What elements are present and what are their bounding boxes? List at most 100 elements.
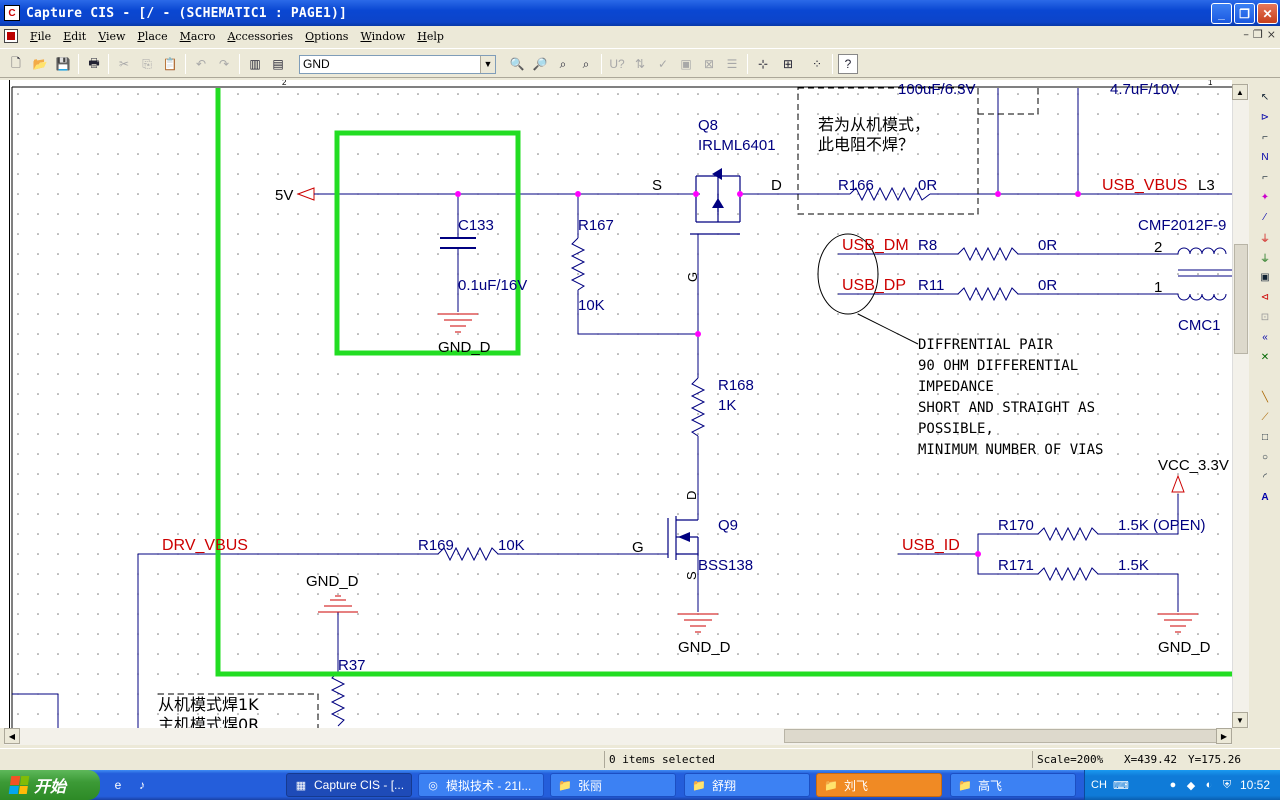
cut-icon[interactable]: ✂ xyxy=(114,54,134,74)
chevron-down-icon[interactable]: ▼ xyxy=(480,56,495,73)
net-usb-dp[interactable]: USB_DP xyxy=(842,277,906,294)
undo-icon[interactable]: ↶ xyxy=(191,54,211,74)
vertical-scrollbar[interactable] xyxy=(1232,84,1249,728)
task-folder-gaofei[interactable]: 📁 高飞 xyxy=(950,773,1076,797)
split-right-icon[interactable]: ▤ xyxy=(268,54,288,74)
split-left-icon[interactable]: ▥ xyxy=(245,54,265,74)
drc-icon[interactable]: ✓ xyxy=(653,54,673,74)
r171-value[interactable]: 1.5K xyxy=(1118,557,1149,574)
cmf-part[interactable]: CMF2012F-9 xyxy=(1138,217,1226,234)
net-usb-dm[interactable]: USB_DM xyxy=(842,237,909,254)
place-ellipse-icon[interactable]: ○ xyxy=(1256,448,1274,466)
task-browser[interactable]: ◎ 模拟技术 - 21I... xyxy=(418,773,544,797)
language-indicator[interactable]: CH xyxy=(1089,777,1109,793)
menu-options[interactable]: Options xyxy=(299,30,354,43)
ground-icon[interactable]: ⏚ xyxy=(1256,248,1274,266)
no-connect-icon[interactable]: ✕ xyxy=(1256,348,1274,366)
net-alias-icon[interactable]: N xyxy=(1256,148,1274,166)
net-usb-vbus[interactable]: USB_VBUS xyxy=(1102,177,1187,194)
r170-value[interactable]: 1.5K (OPEN) xyxy=(1118,517,1206,534)
hierarchical-port-icon[interactable]: ⊲ xyxy=(1256,288,1274,306)
q9-part[interactable]: BSS138 xyxy=(698,557,753,574)
q9-ref[interactable]: Q9 xyxy=(718,517,738,534)
qq-icon[interactable]: ● xyxy=(1165,777,1181,793)
r11-value[interactable]: 0R xyxy=(1038,277,1057,294)
open-icon[interactable]: 📂 xyxy=(30,54,50,74)
menu-edit[interactable]: Edit xyxy=(57,30,92,43)
junction-icon[interactable]: ✦ xyxy=(1256,188,1274,206)
back-annotate-icon[interactable]: ⇅ xyxy=(630,54,650,74)
place-arc-icon[interactable]: ◜ xyxy=(1256,468,1274,486)
capture-app-icon[interactable]: C xyxy=(4,5,20,21)
drag-icon[interactable]: ⁘ xyxy=(807,54,827,74)
r169-value[interactable]: 10K xyxy=(498,537,525,554)
l3-ref[interactable]: L3 xyxy=(1198,177,1215,194)
r168-value[interactable]: 1K xyxy=(718,397,736,414)
menu-view[interactable]: View xyxy=(92,30,131,43)
start-button[interactable]: 开始 xyxy=(0,770,100,800)
r167-ref[interactable]: R167 xyxy=(578,217,614,234)
r167-value[interactable]: 10K xyxy=(578,297,605,314)
task-folder-zhangli[interactable]: 📁 张丽 xyxy=(550,773,676,797)
task-capture-cis[interactable]: ▦ Capture CIS - [... xyxy=(286,773,412,797)
q8-part[interactable]: IRLML6401 xyxy=(698,137,776,154)
r169-ref[interactable]: R169 xyxy=(418,537,454,554)
menu-file[interactable]: File xyxy=(24,30,57,43)
place-text-icon[interactable]: A xyxy=(1256,488,1274,506)
media-quicklaunch-icon[interactable]: ♪ xyxy=(134,777,150,793)
offpage-connector-icon[interactable]: « xyxy=(1256,328,1274,346)
place-line-icon[interactable]: ╲ xyxy=(1256,388,1274,406)
r171-ref[interactable]: R171 xyxy=(998,557,1034,574)
paste-icon[interactable]: 📋 xyxy=(160,54,180,74)
q8-ref[interactable]: Q8 xyxy=(698,117,718,134)
horizontal-scrollbar[interactable] xyxy=(4,728,1232,745)
cross-reference-icon[interactable]: ⊠ xyxy=(699,54,719,74)
zoom-out-icon[interactable]: 🔎 xyxy=(530,54,550,74)
close-button[interactable]: ✕ xyxy=(1257,3,1278,24)
r8-value[interactable]: 0R xyxy=(1038,237,1057,254)
menu-accessories[interactable]: Accessories xyxy=(221,30,299,43)
netlist-icon[interactable]: ▣ xyxy=(676,54,696,74)
net-usb-id[interactable]: USB_ID xyxy=(902,537,960,554)
mdi-restore-button[interactable]: ❐ xyxy=(1253,28,1263,41)
annotate-icon[interactable]: U? xyxy=(607,54,627,74)
r37-ref[interactable]: R37 xyxy=(338,657,366,674)
mdi-close-button[interactable]: × xyxy=(1267,28,1276,41)
network-icon[interactable]: ◐ xyxy=(1201,777,1217,793)
save-icon[interactable]: 💾 xyxy=(53,54,73,74)
r166-ref[interactable]: R166 xyxy=(838,177,874,194)
place-polyline-icon[interactable]: ⟋ xyxy=(1256,408,1274,426)
zoom-all-icon[interactable]: ⌕ xyxy=(576,54,596,74)
net-drv-vbus[interactable]: DRV_VBUS xyxy=(162,537,248,554)
menu-macro[interactable]: Macro xyxy=(174,30,222,43)
help-icon[interactable]: ? xyxy=(838,54,858,74)
hierarchical-pin-icon[interactable]: ⊡ xyxy=(1256,308,1274,326)
security-shield-icon[interactable]: ⛨ xyxy=(1219,777,1235,793)
select-arrow-icon[interactable]: ↖ xyxy=(1256,88,1274,106)
r8-ref[interactable]: R8 xyxy=(918,237,937,254)
clock[interactable]: 10:52 xyxy=(1240,778,1270,792)
c133-value[interactable]: 0.1uF/16V xyxy=(458,277,527,294)
power-icon[interactable]: ⏚ xyxy=(1256,228,1274,246)
bus-entry-icon[interactable]: ⁄ xyxy=(1256,208,1274,226)
bom-icon[interactable]: ☰ xyxy=(722,54,742,74)
r168-ref[interactable]: R168 xyxy=(718,377,754,394)
snap-grid-icon[interactable]: ⊹ xyxy=(753,54,773,74)
print-icon[interactable]: 🖶 xyxy=(84,54,104,74)
r170-ref[interactable]: R170 xyxy=(998,517,1034,534)
ie-quicklaunch-icon[interactable]: e xyxy=(110,777,126,793)
new-icon[interactable]: 🗋 xyxy=(6,54,26,74)
r11-ref[interactable]: R11 xyxy=(918,277,944,294)
scroll-up-arrow-icon[interactable]: ▲ xyxy=(1232,84,1248,100)
place-bus-icon[interactable]: ⌐ xyxy=(1256,168,1274,186)
restore-button[interactable]: ❐ xyxy=(1234,3,1255,24)
part-combo[interactable]: GND ▼ xyxy=(299,55,496,74)
copy-icon[interactable]: ⎘ xyxy=(137,54,157,74)
scroll-left-arrow-icon[interactable]: ◀ xyxy=(4,728,20,744)
place-wire-icon[interactable]: ⌐ xyxy=(1256,128,1274,146)
hierarchical-block-icon[interactable]: ▣ xyxy=(1256,268,1274,286)
scroll-down-arrow-icon[interactable]: ▼ xyxy=(1232,712,1248,728)
task-folder-shuxiang[interactable]: 📁 舒翔 xyxy=(684,773,810,797)
minimize-button[interactable]: _ xyxy=(1211,3,1232,24)
menu-help[interactable]: Help xyxy=(411,30,450,43)
